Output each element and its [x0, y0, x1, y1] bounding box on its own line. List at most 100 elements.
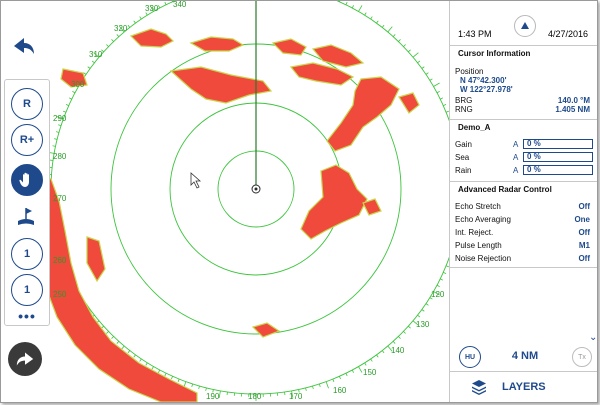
bearing-tick	[145, 362, 148, 366]
bearing-tick	[164, 373, 167, 377]
radar-display[interactable]: 330 340 320 310 300 290 280 270 260 250 …	[1, 1, 449, 402]
forward-button[interactable]	[8, 342, 42, 376]
demo-title: Demo_A	[450, 119, 597, 132]
bearing-tick	[68, 97, 72, 100]
echo-north-2	[189, 36, 245, 52]
north-up-button[interactable]	[514, 15, 536, 37]
bearing-label: 310	[89, 50, 103, 59]
bearing-tick	[127, 24, 131, 28]
bearing-tick	[417, 60, 421, 64]
bearing-label: 170	[289, 392, 303, 401]
sea-mode[interactable]: A	[513, 153, 518, 162]
info-panel: 1:43 PM 4/27/2016 Cursor Information Pos…	[449, 1, 597, 402]
bearing-label: 180	[248, 392, 262, 401]
panel-divider	[450, 267, 597, 268]
bearing-tick	[55, 131, 60, 133]
bearing-label: 140	[391, 346, 405, 355]
more-button[interactable]: •••	[5, 308, 49, 324]
bearing-label: 150	[363, 368, 377, 377]
bearing-tick	[403, 331, 406, 334]
forward-arrow-icon	[16, 352, 34, 366]
bearing-tick	[358, 366, 363, 373]
latitude-value: N 47°42.300'	[460, 76, 507, 85]
rain-mode[interactable]: A	[513, 166, 518, 175]
layers-button[interactable]: LAYERS	[450, 371, 597, 402]
bearing-label: 270	[53, 194, 67, 203]
bearing-tick	[325, 381, 329, 389]
brg-value: 140.0 °M	[557, 96, 590, 105]
bearing-tick	[417, 314, 421, 318]
echo-averaging-label: Echo Averaging	[455, 215, 511, 224]
noise-rejection-value[interactable]: Off	[578, 254, 590, 263]
gain-mode[interactable]: A	[513, 140, 518, 149]
vrm-button[interactable]: 1	[11, 274, 43, 306]
gain-label: Gain	[455, 140, 472, 149]
bearing-tick	[436, 90, 440, 94]
bearing-tick	[116, 341, 120, 344]
gain-field[interactable]: 0 %	[523, 139, 593, 149]
bearing-label: 260	[53, 256, 67, 265]
ebl-button[interactable]: 1	[11, 238, 43, 270]
sea-label: Sea	[455, 153, 470, 162]
bearing-tick	[392, 34, 396, 37]
bearing-label: 300	[71, 80, 85, 89]
own-vessel-icon	[251, 184, 261, 194]
bearing-tick	[157, 5, 161, 9]
bearing-tick	[443, 104, 447, 106]
heading-up-button[interactable]: HU	[459, 346, 481, 368]
echo-west-2	[86, 236, 106, 283]
range-out-icon: R	[23, 98, 31, 110]
bearing-label: 290	[53, 114, 67, 123]
bearing-tick	[332, 378, 335, 383]
bearing-tick	[65, 104, 69, 106]
mob-button[interactable]	[11, 202, 41, 232]
back-arrow-icon	[14, 38, 34, 54]
bearing-tick	[408, 325, 411, 329]
range-ring-4	[50, 1, 449, 395]
bearing-tick	[387, 26, 393, 33]
bearing-tick	[54, 138, 58, 140]
pulse-length-value[interactable]: M1	[579, 241, 590, 250]
advanced-title: Advanced Radar Control	[450, 181, 597, 194]
rng-label: RNG	[455, 105, 473, 114]
echo-east-1	[326, 76, 400, 152]
bearing-tick	[177, 378, 180, 383]
bearing-label: 190	[206, 392, 220, 401]
bearing-tick	[381, 24, 385, 28]
int-reject-value[interactable]: Off	[578, 228, 590, 237]
bearing-tick	[52, 145, 56, 147]
bearing-tick	[440, 278, 444, 281]
vrm-icon: 1	[23, 284, 31, 296]
bearing-tick	[198, 385, 200, 390]
bearing-tick	[421, 66, 425, 69]
range-out-button[interactable]: R	[11, 88, 43, 120]
rain-field[interactable]: 0 %	[523, 165, 593, 175]
bearing-tick	[351, 5, 355, 9]
bearing-tick	[164, 1, 167, 5]
cursor-info-title: Cursor Information	[450, 45, 597, 58]
bearing-tick	[370, 16, 373, 20]
pan-button[interactable]	[11, 164, 43, 196]
echo-averaging-value[interactable]: One	[574, 215, 590, 224]
pan-hand-icon	[19, 172, 29, 187]
transmit-button[interactable]: Tx	[572, 347, 592, 367]
bearing-tick	[376, 20, 379, 24]
bearing-tick	[433, 82, 440, 87]
bearing-tick	[58, 124, 62, 127]
position-label: Position	[455, 67, 484, 76]
rng-value: 1.405 NM	[555, 105, 590, 114]
chevron-down-icon[interactable]: ⌄	[589, 332, 597, 343]
echo-stretch-label: Echo Stretch	[455, 202, 501, 211]
cursor-pointer-icon	[190, 172, 202, 189]
echo-stretch-value[interactable]: Off	[578, 202, 590, 211]
range-in-button[interactable]: R+	[11, 124, 43, 156]
echo-east-2	[398, 92, 420, 114]
bearing-tick	[408, 49, 411, 53]
bearing-tick	[421, 309, 425, 312]
sea-field[interactable]: 0 %	[523, 152, 593, 162]
back-button[interactable]	[9, 31, 39, 61]
bearing-tick	[376, 354, 379, 358]
bearing-tick	[157, 369, 161, 373]
bearing-tick	[312, 385, 314, 390]
bearing-tick	[305, 387, 307, 391]
